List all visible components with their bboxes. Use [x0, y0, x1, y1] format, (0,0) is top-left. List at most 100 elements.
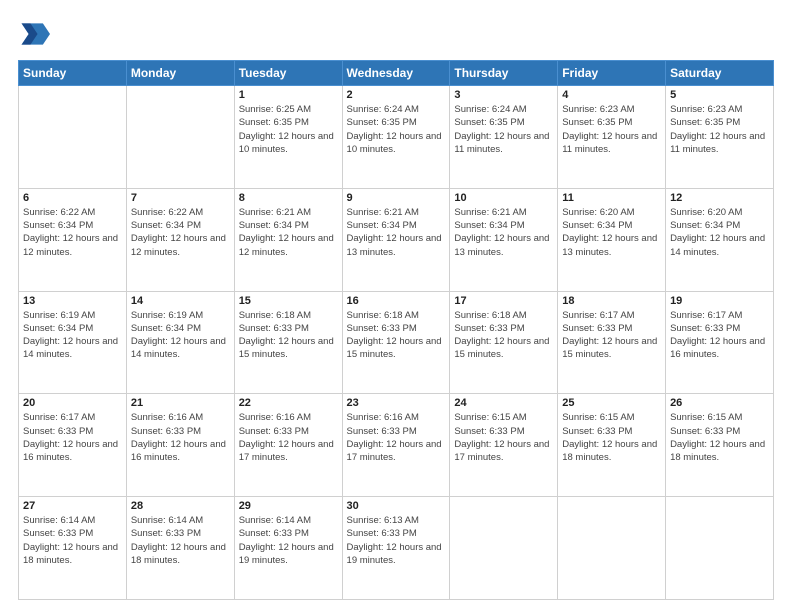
day-info: Sunrise: 6:16 AMSunset: 6:33 PMDaylight:…: [131, 411, 230, 464]
day-number: 16: [347, 295, 446, 307]
calendar-cell: 12 Sunrise: 6:20 AMSunset: 6:34 PMDayligh…: [666, 188, 774, 291]
day-number: 22: [239, 397, 338, 409]
calendar-cell: 3 Sunrise: 6:24 AMSunset: 6:35 PMDaylight…: [450, 86, 558, 189]
calendar-header-row: SundayMondayTuesdayWednesdayThursdayFrid…: [19, 61, 774, 86]
day-number: 7: [131, 192, 230, 204]
logo-icon: [18, 18, 50, 50]
calendar-cell: 6 Sunrise: 6:22 AMSunset: 6:34 PMDaylight…: [19, 188, 127, 291]
calendar-cell: 21 Sunrise: 6:16 AMSunset: 6:33 PMDayligh…: [126, 394, 234, 497]
calendar-cell: 24 Sunrise: 6:15 AMSunset: 6:33 PMDayligh…: [450, 394, 558, 497]
day-info: Sunrise: 6:20 AMSunset: 6:34 PMDaylight:…: [670, 206, 769, 259]
calendar-cell: 5Sunrise: 6:23 AMSunset: 6:35 PMDaylight…: [666, 86, 774, 189]
day-info: Sunrise: 6:21 AMSunset: 6:34 PMDaylight:…: [239, 206, 338, 259]
calendar-cell: 10 Sunrise: 6:21 AMSunset: 6:34 PMDayligh…: [450, 188, 558, 291]
calendar-cell: 15 Sunrise: 6:18 AMSunset: 6:33 PMDayligh…: [234, 291, 342, 394]
weekday-header: Monday: [126, 61, 234, 86]
calendar-cell: 14 Sunrise: 6:19 AMSunset: 6:34 PMDayligh…: [126, 291, 234, 394]
calendar-cell: 11 Sunrise: 6:20 AMSunset: 6:34 PMDayligh…: [558, 188, 666, 291]
day-number: 1: [239, 89, 338, 101]
day-number: 24: [454, 397, 553, 409]
day-info: Sunrise: 6:21 AMSunset: 6:34 PMDaylight:…: [347, 206, 446, 259]
calendar-cell: 22 Sunrise: 6:16 AMSunset: 6:33 PMDayligh…: [234, 394, 342, 497]
calendar-week-row: 20 Sunrise: 6:17 AMSunset: 6:33 PMDayligh…: [19, 394, 774, 497]
weekday-header: Wednesday: [342, 61, 450, 86]
day-info: Sunrise: 6:16 AMSunset: 6:33 PMDaylight:…: [239, 411, 338, 464]
calendar-cell: [558, 497, 666, 600]
calendar-week-row: 27 Sunrise: 6:14 AMSunset: 6:33 PMDayligh…: [19, 497, 774, 600]
calendar-cell: 17Sunrise: 6:18 AMSunset: 6:33 PMDayligh…: [450, 291, 558, 394]
day-info: Sunrise: 6:17 AMSunset: 6:33 PMDaylight:…: [562, 309, 661, 362]
day-info: Sunrise: 6:23 AMSunset: 6:35 PMDaylight:…: [670, 103, 769, 156]
day-number: 23: [347, 397, 446, 409]
day-info: Sunrise: 6:19 AMSunset: 6:34 PMDaylight:…: [131, 309, 230, 362]
header: [18, 18, 774, 50]
calendar-week-row: 13Sunrise: 6:19 AMSunset: 6:34 PMDayligh…: [19, 291, 774, 394]
day-info: Sunrise: 6:24 AMSunset: 6:35 PMDaylight:…: [347, 103, 446, 156]
calendar-week-row: 1 Sunrise: 6:25 AMSunset: 6:35 PMDaylight…: [19, 86, 774, 189]
day-number: 14: [131, 295, 230, 307]
day-number: 9: [347, 192, 446, 204]
calendar-cell: 4 Sunrise: 6:23 AMSunset: 6:35 PMDaylight…: [558, 86, 666, 189]
day-info: Sunrise: 6:21 AMSunset: 6:34 PMDaylight:…: [454, 206, 553, 259]
day-number: 26: [670, 397, 769, 409]
calendar-cell: 2 Sunrise: 6:24 AMSunset: 6:35 PMDaylight…: [342, 86, 450, 189]
weekday-header: Tuesday: [234, 61, 342, 86]
day-number: 30: [347, 500, 446, 512]
day-info: Sunrise: 6:15 AMSunset: 6:33 PMDaylight:…: [670, 411, 769, 464]
day-info: Sunrise: 6:18 AMSunset: 6:33 PMDaylight:…: [454, 309, 553, 362]
day-number: 20: [23, 397, 122, 409]
day-number: 2: [347, 89, 446, 101]
weekday-header: Sunday: [19, 61, 127, 86]
calendar-cell: 9 Sunrise: 6:21 AMSunset: 6:34 PMDaylight…: [342, 188, 450, 291]
calendar-cell: 16 Sunrise: 6:18 AMSunset: 6:33 PMDayligh…: [342, 291, 450, 394]
calendar-cell: 27 Sunrise: 6:14 AMSunset: 6:33 PMDayligh…: [19, 497, 127, 600]
day-info: Sunrise: 6:22 AMSunset: 6:34 PMDaylight:…: [23, 206, 122, 259]
weekday-header: Saturday: [666, 61, 774, 86]
day-number: 4: [562, 89, 661, 101]
day-info: Sunrise: 6:17 AMSunset: 6:33 PMDaylight:…: [670, 309, 769, 362]
calendar-cell: 28Sunrise: 6:14 AMSunset: 6:33 PMDayligh…: [126, 497, 234, 600]
day-info: Sunrise: 6:24 AMSunset: 6:35 PMDaylight:…: [454, 103, 553, 156]
weekday-header: Thursday: [450, 61, 558, 86]
calendar-cell: [450, 497, 558, 600]
calendar-cell: [19, 86, 127, 189]
day-number: 3: [454, 89, 553, 101]
day-number: 19: [670, 295, 769, 307]
day-info: Sunrise: 6:15 AMSunset: 6:33 PMDaylight:…: [562, 411, 661, 464]
calendar-cell: [666, 497, 774, 600]
day-number: 28: [131, 500, 230, 512]
day-info: Sunrise: 6:15 AMSunset: 6:33 PMDaylight:…: [454, 411, 553, 464]
calendar-cell: 25Sunrise: 6:15 AMSunset: 6:33 PMDayligh…: [558, 394, 666, 497]
day-info: Sunrise: 6:19 AMSunset: 6:34 PMDaylight:…: [23, 309, 122, 362]
day-number: 15: [239, 295, 338, 307]
calendar-cell: 29Sunrise: 6:14 AMSunset: 6:33 PMDayligh…: [234, 497, 342, 600]
day-info: Sunrise: 6:17 AMSunset: 6:33 PMDaylight:…: [23, 411, 122, 464]
day-info: Sunrise: 6:20 AMSunset: 6:34 PMDaylight:…: [562, 206, 661, 259]
calendar-cell: 20 Sunrise: 6:17 AMSunset: 6:33 PMDayligh…: [19, 394, 127, 497]
day-info: Sunrise: 6:16 AMSunset: 6:33 PMDaylight:…: [347, 411, 446, 464]
day-info: Sunrise: 6:18 AMSunset: 6:33 PMDaylight:…: [347, 309, 446, 362]
day-number: 21: [131, 397, 230, 409]
calendar-cell: 18 Sunrise: 6:17 AMSunset: 6:33 PMDayligh…: [558, 291, 666, 394]
day-number: 10: [454, 192, 553, 204]
day-info: Sunrise: 6:14 AMSunset: 6:33 PMDaylight:…: [23, 514, 122, 567]
day-number: 12: [670, 192, 769, 204]
day-number: 29: [239, 500, 338, 512]
day-info: Sunrise: 6:13 AMSunset: 6:33 PMDaylight:…: [347, 514, 446, 567]
day-info: Sunrise: 6:23 AMSunset: 6:35 PMDaylight:…: [562, 103, 661, 156]
day-number: 8: [239, 192, 338, 204]
day-info: Sunrise: 6:22 AMSunset: 6:34 PMDaylight:…: [131, 206, 230, 259]
calendar-cell: 7 Sunrise: 6:22 AMSunset: 6:34 PMDaylight…: [126, 188, 234, 291]
logo: [18, 18, 54, 50]
day-info: Sunrise: 6:25 AMSunset: 6:35 PMDaylight:…: [239, 103, 338, 156]
day-number: 27: [23, 500, 122, 512]
day-number: 18: [562, 295, 661, 307]
day-number: 6: [23, 192, 122, 204]
day-number: 11: [562, 192, 661, 204]
day-info: Sunrise: 6:18 AMSunset: 6:33 PMDaylight:…: [239, 309, 338, 362]
calendar-cell: 30 Sunrise: 6:13 AMSunset: 6:33 PMDayligh…: [342, 497, 450, 600]
calendar-table: SundayMondayTuesdayWednesdayThursdayFrid…: [18, 60, 774, 600]
calendar-cell: 19 Sunrise: 6:17 AMSunset: 6:33 PMDayligh…: [666, 291, 774, 394]
page: SundayMondayTuesdayWednesdayThursdayFrid…: [0, 0, 792, 612]
weekday-header: Friday: [558, 61, 666, 86]
